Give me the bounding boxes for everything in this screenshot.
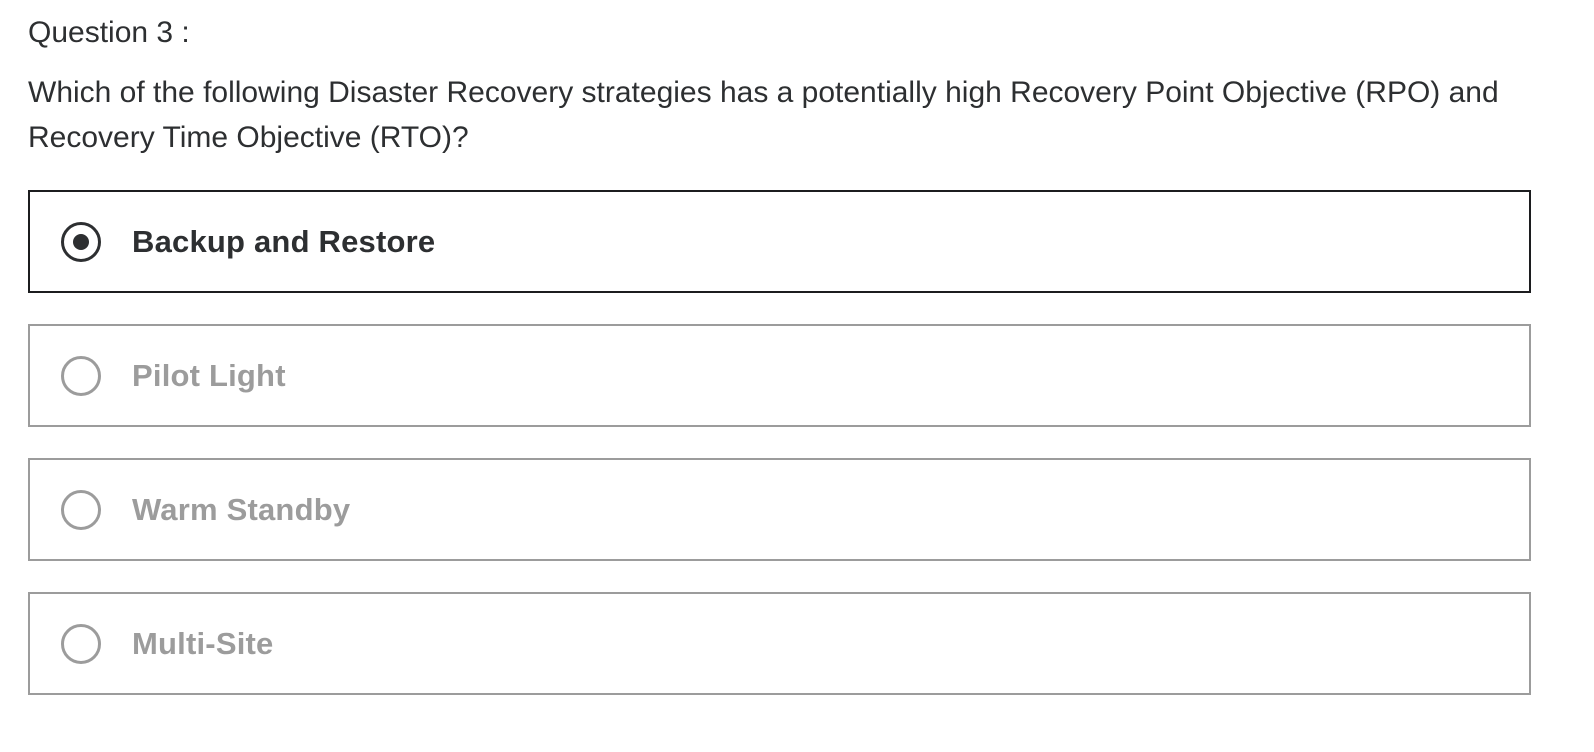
question-number: Question 3 : xyxy=(28,16,190,49)
radio-button[interactable] xyxy=(61,489,101,530)
quiz-page: Question 3 : Which of the following Disa… xyxy=(0,0,1594,752)
answer-option-label: Warm Standby xyxy=(132,491,351,527)
radio-button[interactable] xyxy=(61,355,101,396)
answer-options: Backup and Restore Pilot Light Warm Stan… xyxy=(28,190,1531,726)
answer-option-backup-and-restore[interactable]: Backup and Restore xyxy=(28,190,1531,293)
answer-option-label: Multi-Site xyxy=(132,625,274,661)
answer-option-warm-standby[interactable]: Warm Standby xyxy=(28,458,1531,561)
radio-selected-dot xyxy=(73,233,89,250)
answer-option-pilot-light[interactable]: Pilot Light xyxy=(28,324,1531,427)
answer-option-multi-site[interactable]: Multi-Site xyxy=(28,592,1531,695)
radio-button[interactable] xyxy=(61,221,101,262)
answer-option-label: Backup and Restore xyxy=(132,223,436,259)
radio-button[interactable] xyxy=(61,623,101,664)
answer-option-label: Pilot Light xyxy=(132,357,286,393)
question-text: Which of the following Disaster Recovery… xyxy=(28,76,1499,154)
